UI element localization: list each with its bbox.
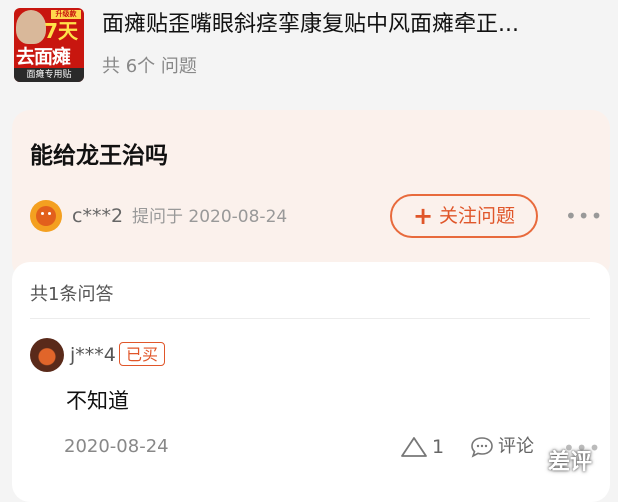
thumbnail-days-text: 7天 <box>44 19 78 43</box>
more-icon[interactable]: ••• <box>565 204 603 228</box>
product-thumbnail[interactable]: 升级款 7天 去面瘫 面瘫专用贴 <box>14 8 84 82</box>
product-thumbnail-photo <box>16 10 46 44</box>
question-count: 共 6个 问题 <box>102 56 197 77</box>
watermark: 差评 <box>548 450 593 475</box>
answer-count: 共1条问答 <box>30 284 114 305</box>
purchased-badge: 已买 <box>119 342 166 366</box>
product-title[interactable]: 面瘫贴歪嘴眼斜痉挛康复贴中风面瘫牵正... <box>102 10 602 40</box>
asked-date: 提问于 2020-08-24 <box>132 207 288 227</box>
divider <box>30 318 590 319</box>
thumbnail-badge-text: 升级款 <box>51 10 81 19</box>
asker-avatar[interactable] <box>30 200 62 232</box>
follow-question-button[interactable]: + 关注问题 <box>390 194 538 238</box>
plus-icon: + <box>412 202 434 230</box>
follow-label: 关注问题 <box>439 205 516 227</box>
answerer-name: j***4 <box>70 344 116 366</box>
like-icon[interactable] <box>400 436 428 458</box>
question-title: 能给龙王治吗 <box>30 143 168 169</box>
thumbnail-bottom-text: 面瘫专用贴 <box>14 68 84 82</box>
comment-label[interactable]: 评论 <box>498 434 534 460</box>
asker-name: c***2 <box>72 205 124 227</box>
comment-icon[interactable] <box>470 436 494 458</box>
answerer-avatar[interactable] <box>30 338 64 372</box>
like-count[interactable]: 1 <box>432 434 444 460</box>
answer-date: 2020-08-24 <box>64 436 169 457</box>
answer-text: 不知道 <box>66 389 129 413</box>
thumbnail-main-text: 去面瘫 <box>16 46 71 68</box>
product-header: 升级款 7天 去面瘫 面瘫专用贴 面瘫贴歪嘴眼斜痉挛康复贴中风面瘫牵正... 共… <box>0 0 618 110</box>
